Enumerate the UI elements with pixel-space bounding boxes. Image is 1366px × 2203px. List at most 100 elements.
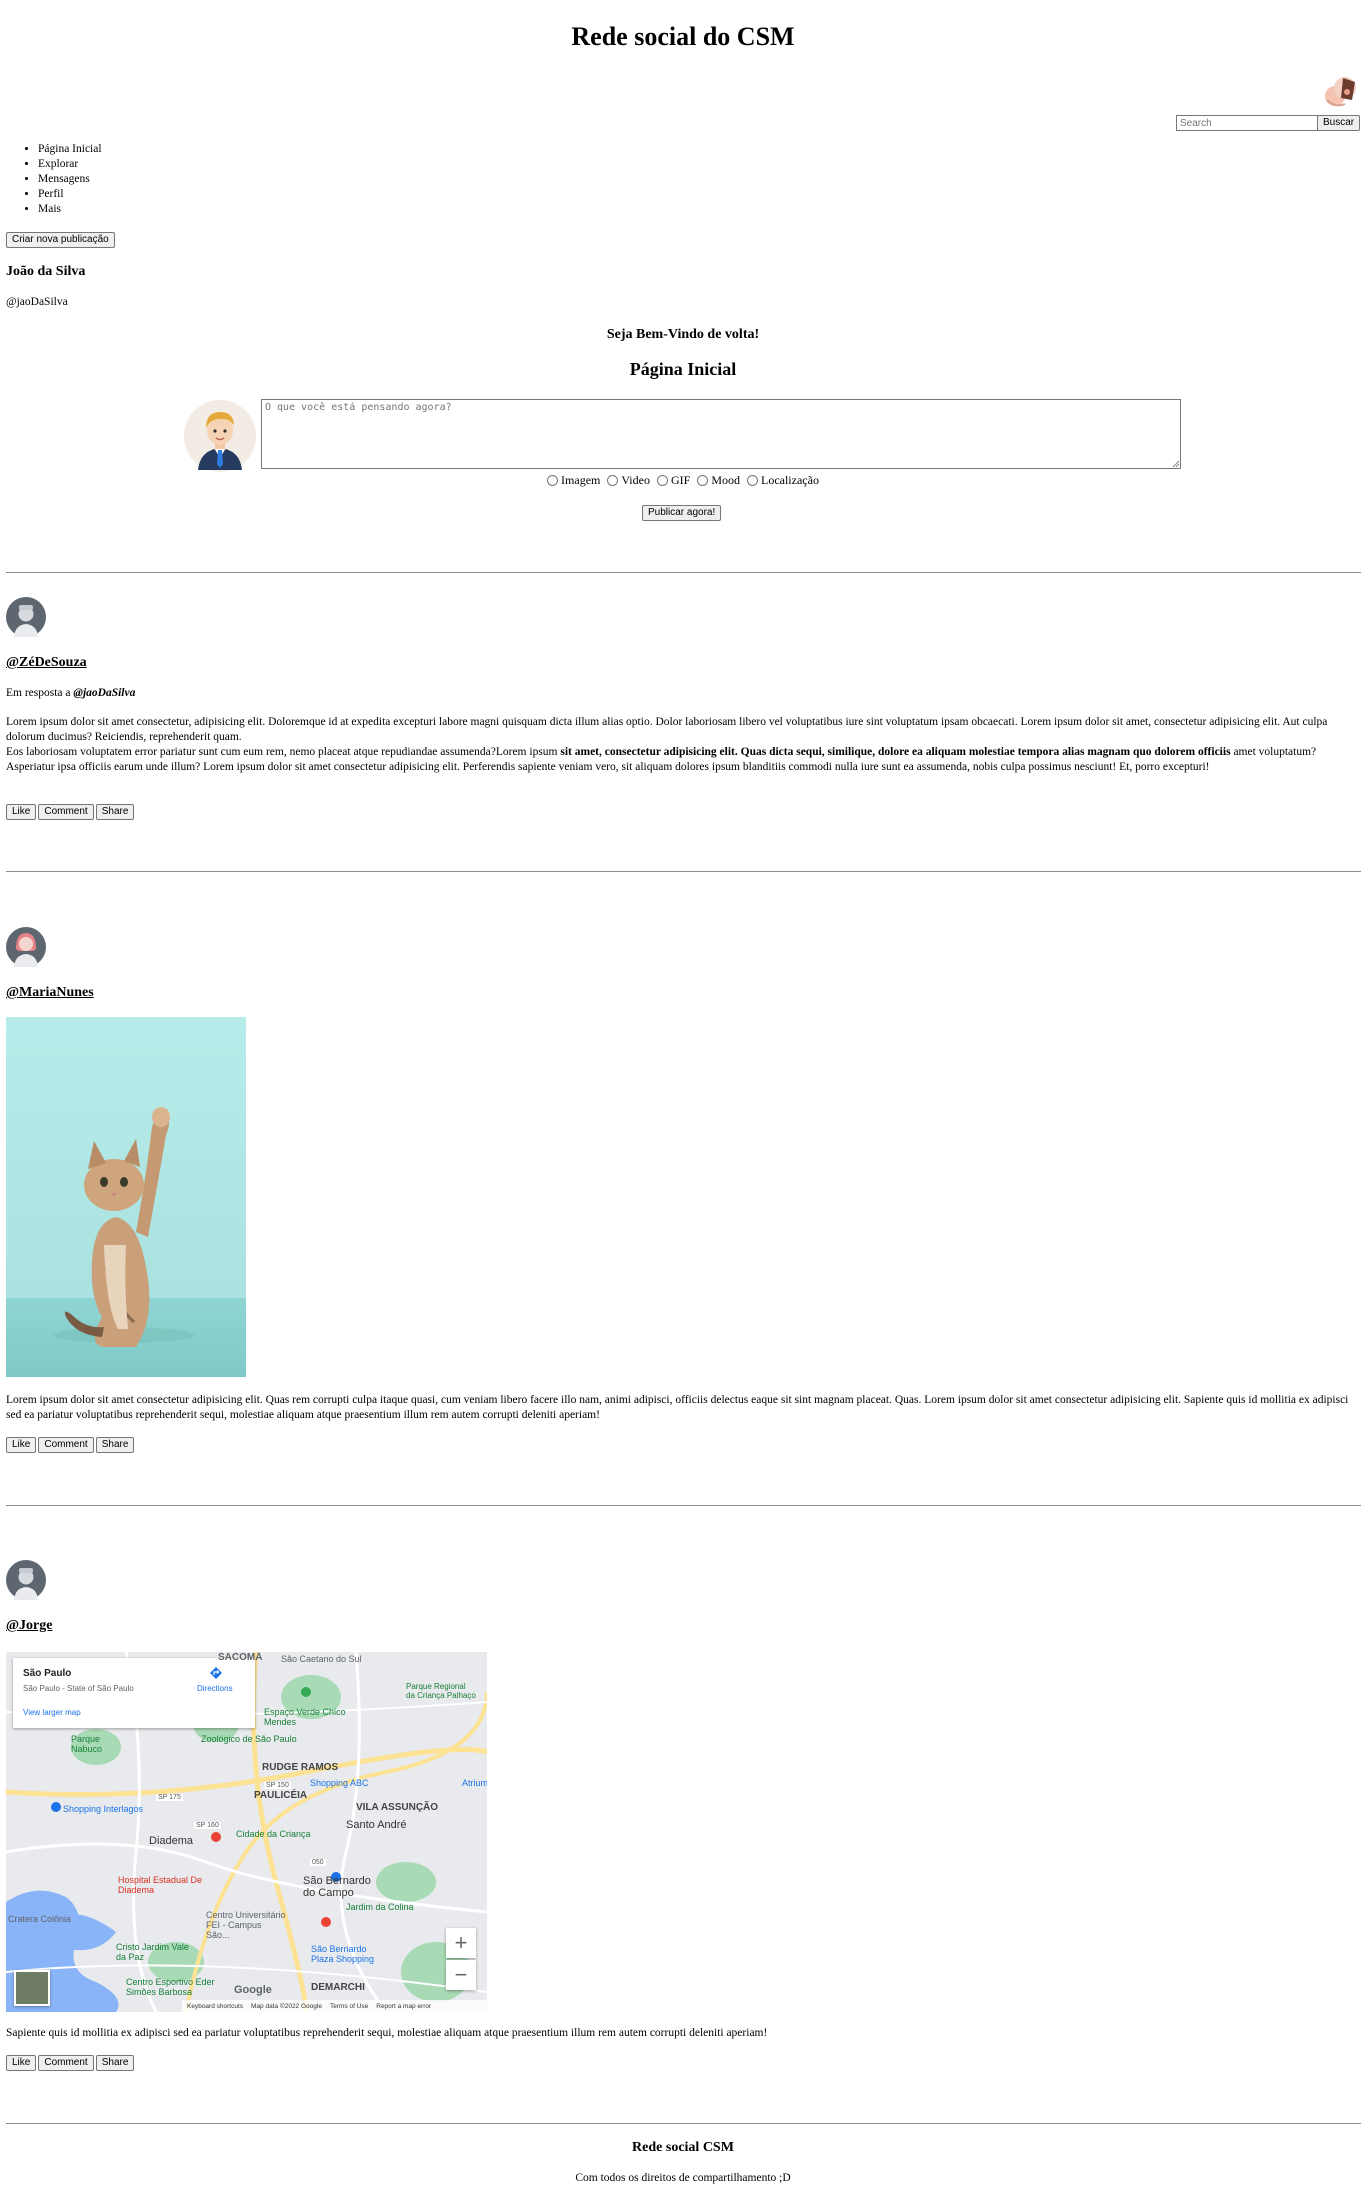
reply-to-handle[interactable]: @jaoDaSilva	[73, 687, 135, 699]
radio-icon[interactable]	[697, 475, 709, 486]
post-avatar	[6, 1560, 46, 1600]
map-label: Zoológico de São Paulo	[201, 1734, 297, 1744]
post-author[interactable]: @MariaNunes	[6, 985, 94, 1001]
divider	[6, 572, 1361, 573]
post-text: Lorem ipsum dolor sit amet consectetur, …	[6, 715, 1356, 775]
share-button[interactable]: Share	[95, 2055, 135, 2071]
map-footer-link: Map data ©2022 Google	[251, 2002, 322, 2010]
post-text: Lorem ipsum dolor sit amet consectetur a…	[6, 1394, 1349, 1421]
map-label: Centro Universitário FEI - Campus São...	[206, 1910, 286, 1940]
site-title: Rede social do CSM	[571, 22, 795, 51]
map-label: Santo André	[346, 1819, 407, 1831]
map-place-subtitle: São Paulo - State of São Paulo	[23, 1684, 134, 1693]
nav-item-explore[interactable]: Explorar	[38, 157, 102, 172]
map-place-card: São Paulo São Paulo - State of São Paulo…	[13, 1658, 255, 1728]
like-button[interactable]: Like	[6, 804, 37, 820]
map-label: Jardim da Colina	[346, 1902, 414, 1912]
main-nav: Página Inicial Explorar Mensagens Perfil…	[0, 142, 102, 217]
map-label: DEMARCHI	[311, 1982, 365, 1993]
option-image[interactable]: Imagem	[547, 473, 600, 488]
footer-divider	[6, 2123, 1361, 2124]
post-avatar	[6, 927, 46, 967]
map-label: Diadema	[149, 1835, 194, 1847]
footer-title: Rede social CSM	[632, 2140, 734, 2155]
map-directions-link[interactable]: Directions	[197, 1684, 233, 1693]
map-label: Hospital Estadual De Diadema	[118, 1875, 203, 1895]
map-label: Espaço Verde Chico Mendes	[264, 1707, 346, 1727]
map-label: Cristo Jardim Vale da Paz	[116, 1942, 189, 1962]
search-input[interactable]	[1176, 115, 1319, 131]
share-button[interactable]: Share	[95, 804, 135, 820]
post-avatar	[6, 597, 46, 637]
like-button[interactable]: Like	[6, 1437, 37, 1453]
post-text-line: Eos laboriosam voluptatem error pariatur…	[6, 746, 561, 758]
map-footer-link[interactable]: Report a map error	[376, 2003, 431, 2010]
post-author[interactable]: @ZéDeSouza	[6, 655, 87, 671]
map-label: São Bernardo do Campo	[303, 1875, 371, 1899]
footer-copyright: Com todos os direitos de compartilhament…	[575, 2172, 791, 2184]
google-logo: Google	[234, 1984, 272, 1996]
post-text-bold: sit amet, consectetur adipisicing elit. …	[560, 746, 1231, 758]
comment-button[interactable]: Comment	[38, 2055, 94, 2071]
radio-icon[interactable]	[607, 475, 619, 486]
zoom-out-button[interactable]: −	[446, 1960, 476, 1990]
map-label: VILA ASSUNÇÃO	[356, 1802, 439, 1813]
embedded-map[interactable]: São Paulo São Paulo - State of São Paulo…	[6, 1652, 487, 2012]
map-label: PAULICÉIA	[254, 1790, 308, 1801]
map-satellite-thumbnail[interactable]	[14, 1970, 50, 2006]
option-location[interactable]: Localização	[746, 473, 819, 488]
directions-icon[interactable]	[209, 1666, 223, 1680]
zoom-in-button[interactable]: +	[446, 1928, 476, 1958]
nav-item-more[interactable]: Mais	[38, 202, 102, 217]
option-label: Imagem	[561, 473, 601, 487]
map-larger-link[interactable]: View larger map	[23, 1708, 81, 1717]
comment-button[interactable]: Comment	[38, 804, 94, 820]
post-actions: Like Comment Share	[6, 2055, 135, 2071]
map-label: SP 175	[156, 1794, 183, 1801]
map-footer-link[interactable]: Terms of Use	[330, 2003, 368, 2010]
map-footer-link[interactable]: Keyboard shortcuts	[187, 2003, 243, 2010]
nav-item-home[interactable]: Página Inicial	[38, 142, 102, 157]
radio-icon[interactable]	[656, 475, 668, 486]
user-handle: @jaoDaSilva	[6, 296, 68, 308]
option-video[interactable]: Video	[607, 473, 650, 488]
option-label: Localização	[760, 473, 819, 487]
divider	[6, 1505, 1361, 1506]
map-label: Parque Nabuco	[71, 1734, 103, 1754]
like-button[interactable]: Like	[6, 2055, 37, 2071]
option-label: Video	[621, 473, 650, 487]
map-label: Shopping ABC	[310, 1778, 369, 1788]
map-label: São Caetano do Sul	[281, 1654, 362, 1664]
post-composer-input[interactable]	[261, 399, 1181, 469]
reply-prefix: Em resposta a	[6, 687, 71, 699]
welcome-message: Seja Bem-Vindo de volta!	[606, 327, 760, 342]
map-place-title: São Paulo	[23, 1668, 72, 1679]
post-text-line: Lorem ipsum dolor sit amet consectetur, …	[6, 716, 1328, 743]
map-label: Centro Esportivo Eder Simões Barbosa	[126, 1977, 215, 1997]
option-label: GIF	[670, 473, 691, 487]
reply-line: Em resposta a @jaoDaSilva	[6, 687, 135, 699]
comment-button[interactable]: Comment	[38, 1437, 94, 1453]
map-label: RUDGE RAMOS	[262, 1762, 339, 1773]
option-mood[interactable]: Mood	[697, 473, 740, 488]
post-actions: Like Comment Share	[6, 1437, 135, 1453]
map-footer: Keyboard shortcuts Map data ©2022 Google…	[182, 2000, 487, 2012]
resize-grip-icon[interactable]	[1170, 458, 1180, 468]
post-actions: Like Comment Share	[6, 804, 135, 820]
create-post-button[interactable]: Criar nova publicação	[6, 232, 115, 248]
radio-icon[interactable]	[547, 475, 559, 486]
publish-button[interactable]: Publicar agora!	[642, 505, 722, 521]
radio-icon[interactable]	[746, 475, 758, 486]
nav-item-messages[interactable]: Mensagens	[38, 172, 102, 187]
share-button[interactable]: Share	[95, 1437, 135, 1453]
divider	[6, 871, 1361, 872]
search-button[interactable]: Buscar	[1317, 115, 1361, 131]
map-label: Shopping Interlagos	[63, 1804, 144, 1814]
page-title: Página Inicial	[629, 359, 737, 379]
post-image-cat	[6, 1017, 246, 1377]
option-label: Mood	[711, 473, 740, 487]
nav-item-profile[interactable]: Perfil	[38, 187, 102, 202]
option-gif[interactable]: GIF	[656, 473, 691, 488]
post-author[interactable]: @Jorge	[6, 1618, 52, 1634]
map-label: SACOMÃ	[218, 1652, 263, 1663]
